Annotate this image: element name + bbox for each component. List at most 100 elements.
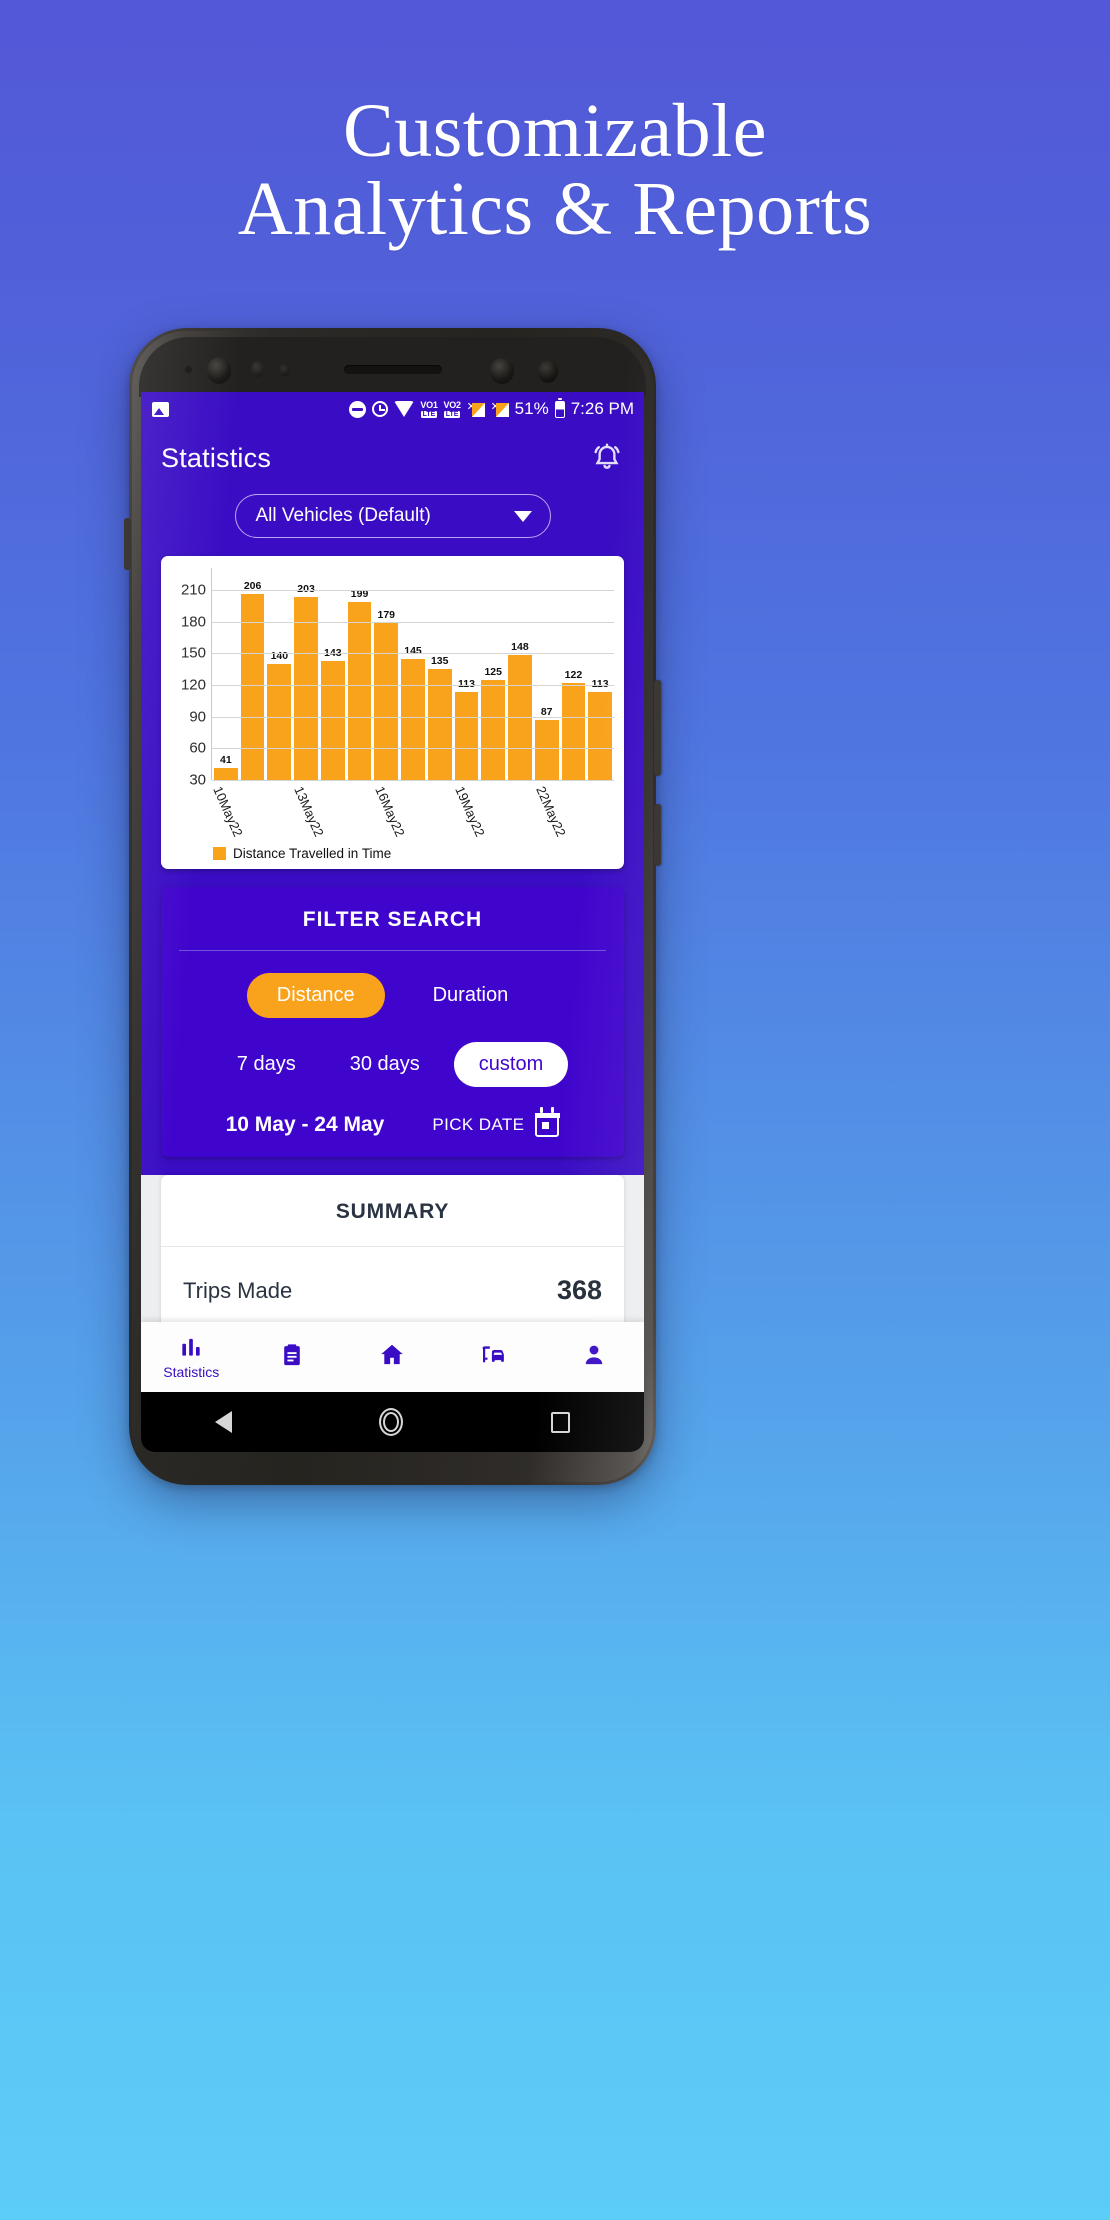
battery-icon xyxy=(554,397,565,418)
chart-x-axis: 10May22 13May22 16May22 19May22 22May22 xyxy=(211,780,614,846)
chart-legend: Distance Travelled in Time xyxy=(213,846,614,863)
bell-icon[interactable] xyxy=(590,441,624,475)
chart-bar xyxy=(267,663,292,780)
pick-date-label: PICK DATE xyxy=(432,1115,525,1134)
nav-item-vehicles[interactable] xyxy=(443,1342,544,1372)
image-icon xyxy=(152,401,169,417)
date-row: 10 May - 24 May PICK DATE xyxy=(161,1091,624,1137)
wifi-icon xyxy=(394,401,415,417)
chart-gridline xyxy=(212,590,614,591)
chart-bar xyxy=(534,719,559,780)
tertiary-camera-icon xyxy=(538,360,558,383)
battery-percent: 51% xyxy=(514,399,549,418)
phone-volume-button xyxy=(654,680,661,776)
chart-bar-value: 125 xyxy=(484,665,502,678)
filter-search-card: FILTER SEARCH Distance Duration 7 days 3… xyxy=(161,887,624,1157)
chart-bar xyxy=(374,622,399,780)
phone-power-button xyxy=(654,804,661,866)
chart-bar xyxy=(214,768,238,780)
summary-card: SUMMARY Trips Made 368 xyxy=(161,1175,624,1336)
chart-bar-value: 148 xyxy=(511,641,529,654)
front-camera-icon xyxy=(207,357,231,384)
chart-bar xyxy=(588,692,613,780)
promo-headline-line1: Customizable xyxy=(343,89,767,173)
chart-bar xyxy=(508,655,532,780)
bottom-navigation: Statistics xyxy=(141,1322,644,1392)
nav-item-statistics-label: Statistics xyxy=(163,1364,220,1380)
summary-row-label: Trips Made xyxy=(183,1277,293,1303)
chart-x-tick: 13May22 xyxy=(291,784,327,839)
calendar-icon xyxy=(534,1107,560,1137)
chart-x-tick: 10May22 xyxy=(210,784,247,839)
vehicle-select-wrap: All Vehicles (Default) xyxy=(141,490,644,556)
chart-gridline xyxy=(212,685,614,686)
light-sensor-icon xyxy=(279,364,290,376)
chart-bar-value: 140 xyxy=(270,649,289,662)
summary-title: SUMMARY xyxy=(161,1175,624,1247)
range-option-custom[interactable]: custom xyxy=(453,1042,569,1087)
metric-option-duration[interactable]: Duration xyxy=(403,973,539,1018)
page-title: Statistics xyxy=(161,442,272,473)
chart-x-tick: 22May22 xyxy=(533,784,569,839)
promo-headline-line2: Analytics & Reports xyxy=(237,167,873,252)
chart-bar-value: 145 xyxy=(404,644,422,657)
phone-mockup: VO1 LTE VO2 LTE ✕ ✕ 51% 7:26 PM Statisti… xyxy=(124,328,661,1485)
chart-gridline xyxy=(212,748,614,750)
status-bar: VO1 LTE VO2 LTE ✕ ✕ 51% 7:26 PM xyxy=(141,392,644,426)
volte2-icon: VO2 LTE xyxy=(443,399,461,418)
selected-date-range: 10 May - 24 May xyxy=(225,1113,385,1136)
clipboard-icon xyxy=(279,1342,305,1368)
signal2-icon: ✕ xyxy=(491,401,509,417)
nav-item-statistics[interactable]: Statistics xyxy=(141,1334,242,1380)
legend-label: Distance Travelled in Time xyxy=(233,846,392,861)
chart-gridline xyxy=(212,653,614,655)
legend-swatch xyxy=(213,847,226,860)
chart-bar-value: 122 xyxy=(564,668,583,681)
metric-option-distance[interactable]: Distance xyxy=(246,973,385,1018)
nav-item-profile[interactable] xyxy=(543,1342,644,1372)
recents-square-icon[interactable] xyxy=(551,1411,571,1433)
nav-item-home[interactable] xyxy=(342,1341,443,1373)
app-bar: Statistics xyxy=(141,426,644,490)
chart-plot-area: 4120614020314319917914513511312514887122… xyxy=(211,568,614,781)
chart-bar xyxy=(320,660,345,780)
range-option-7-days[interactable]: 7 days xyxy=(217,1042,316,1087)
range-option-30-days[interactable]: 30 days xyxy=(330,1042,440,1087)
vehicle-select-value: All Vehicles (Default) xyxy=(255,505,431,526)
range-toggle-group: 7 days 30 days custom xyxy=(161,1022,624,1091)
chart-y-tick: 210 xyxy=(180,581,206,599)
sensor-icon xyxy=(185,366,192,373)
earpiece-speaker xyxy=(343,365,442,374)
home-circle-icon[interactable] xyxy=(379,1408,404,1436)
chart-y-tick: 90 xyxy=(189,708,206,726)
do-not-disturb-icon xyxy=(349,400,367,418)
filter-search-title: FILTER SEARCH xyxy=(302,908,483,931)
chart-y-tick: 150 xyxy=(180,644,206,662)
proximity-sensor-icon xyxy=(251,361,264,377)
chevron-down-icon xyxy=(513,510,532,522)
volte1-icon: VO1 LTE xyxy=(420,399,438,418)
pick-date-button[interactable]: PICK DATE xyxy=(432,1107,560,1137)
chart-bar xyxy=(401,658,425,780)
summary-row-value: 368 xyxy=(556,1275,602,1305)
chart-bar-value: 179 xyxy=(377,608,396,621)
chart-y-tick: 30 xyxy=(189,771,206,789)
chart-bar-value: 135 xyxy=(430,655,449,668)
chart-bar xyxy=(294,597,318,780)
chart-gridline xyxy=(212,621,614,623)
status-bar-clock: 7:26 PM xyxy=(570,399,634,418)
nav-item-reports[interactable] xyxy=(242,1342,343,1372)
back-triangle-icon[interactable] xyxy=(214,1411,232,1433)
chart-bar xyxy=(481,679,506,780)
secondary-camera-icon xyxy=(490,358,514,384)
promo-headline: Customizable Analytics & Reports xyxy=(0,92,1110,249)
phone-screen: VO1 LTE VO2 LTE ✕ ✕ 51% 7:26 PM Statisti… xyxy=(141,392,644,1392)
chart-y-tick: 60 xyxy=(189,739,206,757)
chart-bar-value: 41 xyxy=(220,754,232,767)
chart-gridline xyxy=(212,716,614,718)
scroll-content[interactable]: 210180150120906030 412061402031431991791… xyxy=(141,556,644,1392)
chart-y-tick: 120 xyxy=(180,676,206,694)
phone-top-bezel xyxy=(139,337,646,397)
vehicle-select[interactable]: All Vehicles (Default) xyxy=(234,494,551,538)
signal1-icon: ✕ xyxy=(467,401,485,417)
